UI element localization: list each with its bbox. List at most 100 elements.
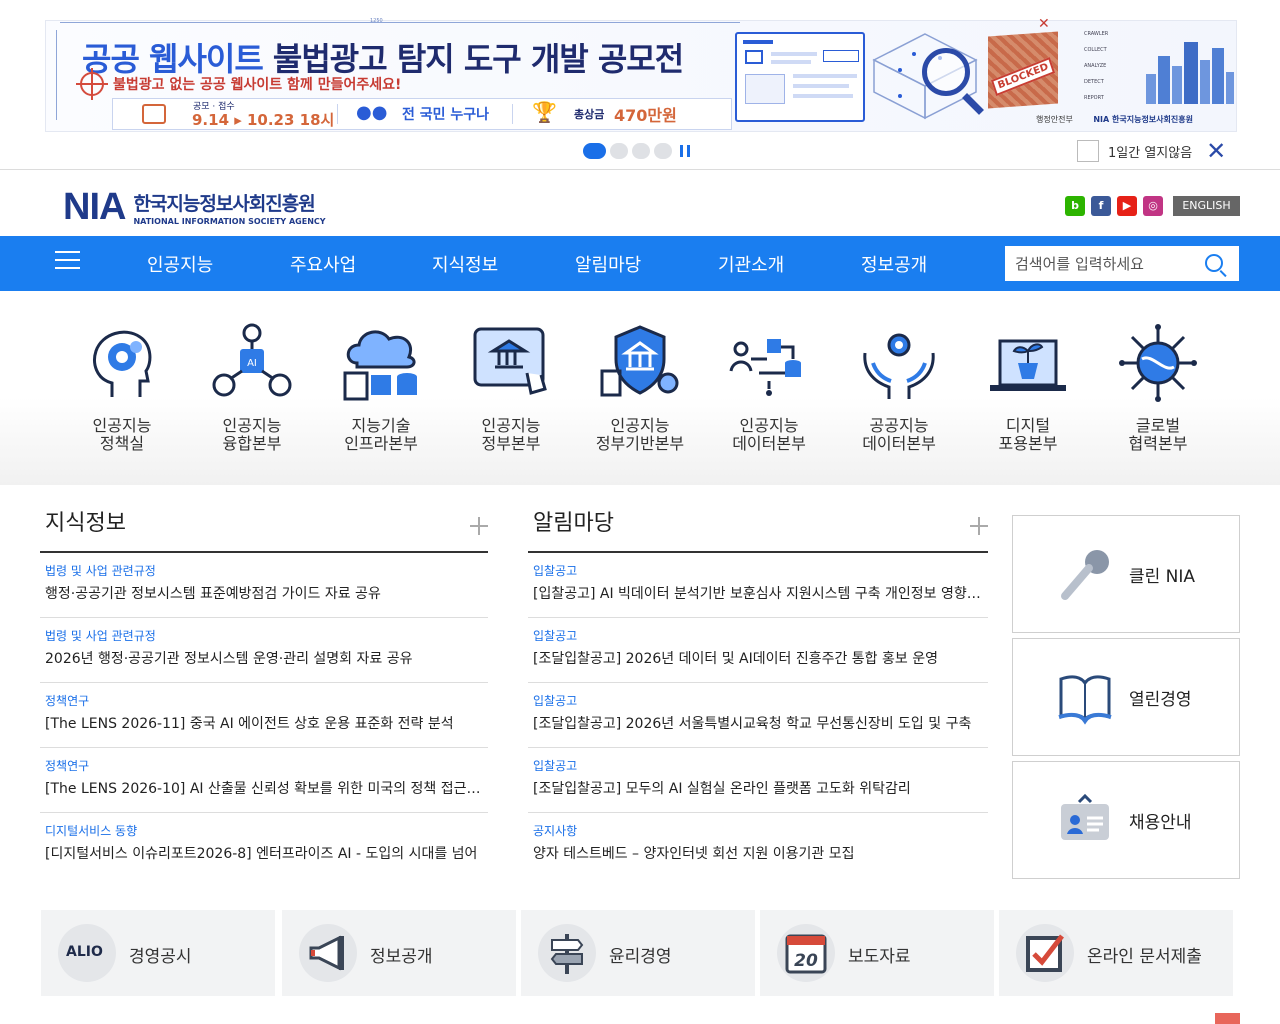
list-item[interactable]: 입찰공고 [조달입찰공고] 2026년 데이터 및 AI데이터 진흥주간 통합 … <box>528 618 988 683</box>
nav-item[interactable]: 지식정보 <box>432 251 498 277</box>
target-value: 전 국민 누구나 <box>402 107 490 123</box>
post-title[interactable]: [조달입찰공고] 모두의 AI 실험실 온라인 플랫폼 고도화 위탁감리 <box>533 778 983 798</box>
post-title[interactable]: 양자 테스트베드 – 양자인터넷 회선 지원 이용기관 모집 <box>533 843 983 863</box>
hide-day-label[interactable]: 1일간 열지않음 <box>1108 142 1192 161</box>
list-item[interactable]: 디지털서비스 동향 [디지털서비스 이슈리포트2026-8] 엔터프라이즈 AI… <box>40 813 488 878</box>
division-item[interactable]: 디지털 포용본부 <box>963 323 1093 453</box>
slide-dot-1[interactable] <box>583 143 606 159</box>
bottom-link-online-submission[interactable]: 온라인 문서제출 <box>999 910 1233 996</box>
list-item[interactable]: 법령 및 사업 관련규정 2026년 행정·공공기관 정보시스템 운영·관리 설… <box>40 618 488 683</box>
quick-link-open-management[interactable]: 열린경영 <box>1012 638 1240 756</box>
list-item[interactable]: 법령 및 사업 관련규정 행정·공공기관 정보시스템 표준예방점검 가이드 자료… <box>40 553 488 618</box>
search-box <box>1004 245 1240 282</box>
post-title[interactable]: [조달입찰공고] 2026년 서울특별시교육청 학교 무선통신장비 도입 및 구… <box>533 713 983 733</box>
search-input[interactable] <box>1015 254 1195 274</box>
hide-day-checkbox[interactable] <box>1077 140 1099 162</box>
division-item[interactable]: 지능기술 인프라본부 <box>316 323 446 453</box>
bottom-link-info-disclosure[interactable]: 정보공개 <box>282 910 516 996</box>
post-title[interactable]: [The LENS 2026-10] AI 산출물 신뢰성 확보를 위한 미국의… <box>45 778 483 798</box>
slide-dot-3[interactable] <box>632 143 650 159</box>
division-item[interactable]: AI 인공지능 융합본부 <box>187 323 317 453</box>
blog-icon[interactable]: b <box>1065 196 1085 216</box>
division-item[interactable]: 인공지능 정부본부 <box>446 323 576 453</box>
nav-item[interactable]: 주요사업 <box>290 251 356 277</box>
pause-icon[interactable] <box>680 145 690 157</box>
close-icon[interactable]: ✕ <box>1206 139 1226 163</box>
slide-dot-4[interactable] <box>654 143 672 159</box>
quick-link-clean-nia[interactable]: 클린 NIA <box>1012 515 1240 633</box>
post-title[interactable]: [입찰공고] AI 빅데이터 분석기반 보훈심사 지원시스템 구축 개인정보 영… <box>533 583 983 603</box>
facebook-icon[interactable]: f <box>1091 196 1111 216</box>
slide-dot-2[interactable] <box>610 143 628 159</box>
list-item[interactable]: 정책연구 [The LENS 2026-10] AI 산출물 신뢰성 확보를 위… <box>40 748 488 813</box>
list-item[interactable]: 공지사항 양자 테스트베드 – 양자인터넷 회선 지원 이용기관 모집 <box>528 813 988 878</box>
bottom-link-press[interactable]: 20 보도자료 <box>760 910 994 996</box>
post-title[interactable]: [조달입찰공고] 2026년 데이터 및 AI데이터 진흥주간 통합 홍보 운영 <box>533 648 983 668</box>
trophy-icon: 🏆 <box>532 100 557 124</box>
post-category: 입찰공고 <box>533 759 578 773</box>
nav-item[interactable]: 정보공개 <box>861 251 927 277</box>
list-item[interactable]: 입찰공고 [입찰공고] AI 빅데이터 분석기반 보훈심사 지원시스템 구축 개… <box>528 553 988 618</box>
megaphone-icon <box>299 924 357 982</box>
logo-mark: NIA <box>63 186 126 228</box>
site-logo[interactable]: NIA 한국지능정보사회진흥원 NATIONAL INFORMATION SOC… <box>63 186 326 229</box>
division-item[interactable]: 인공지능 데이터본부 <box>704 323 834 453</box>
post-title[interactable]: [디지털서비스 이슈리포트2026-8] 엔터프라이즈 AI - 도입의 시대를… <box>45 843 483 863</box>
prize-value: 470만원 <box>614 106 677 125</box>
list-item[interactable]: 입찰공고 [조달입찰공고] 모두의 AI 실험실 온라인 플랫폼 고도화 위탁감… <box>528 748 988 813</box>
list-item[interactable]: 입찰공고 [조달입찰공고] 2026년 서울특별시교육청 학교 무선통신장비 도… <box>528 683 988 748</box>
post-title[interactable]: [The LENS 2026-11] 중국 AI 에이전트 상호 운용 표준화 … <box>45 713 483 733</box>
list-item[interactable]: 정책연구 [The LENS 2026-11] 중국 AI 에이전트 상호 운용… <box>40 683 488 748</box>
divider <box>512 104 513 124</box>
bottom-link-ethics[interactable]: 윤리경영 <box>521 910 755 996</box>
post-category: 디지털서비스 동향 <box>45 824 138 838</box>
laptop-plant-icon <box>990 339 1066 391</box>
magnifier-icon <box>922 48 970 96</box>
mois-logo: 행정안전부 <box>1036 115 1073 124</box>
scroll-top-button[interactable] <box>1215 1013 1240 1024</box>
sns-links: b f ▶ ◎ <box>1065 196 1163 216</box>
close-mark-icon: ✕ <box>1038 16 1050 32</box>
bottom-link-management-disclosure[interactable]: ALIO 경영공시 <box>41 910 275 996</box>
instagram-icon[interactable]: ◎ <box>1143 196 1163 216</box>
alio-icon: ALIO <box>58 924 116 982</box>
english-button[interactable]: ENGLISH <box>1173 196 1240 216</box>
post-title[interactable]: 행정·공공기관 정보시스템 표준예방점검 가이드 자료 공유 <box>45 583 483 603</box>
ruler-line <box>60 22 740 23</box>
more-plus-icon[interactable] <box>470 517 488 535</box>
post-category: 법령 및 사업 관련규정 <box>45 629 156 643</box>
nav-item[interactable]: 인공지능 <box>147 251 213 277</box>
government-tablet-icon <box>473 327 547 395</box>
nav-item[interactable]: 기관소개 <box>718 251 784 277</box>
bottom-link-label: 경영공시 <box>129 947 192 967</box>
youtube-icon[interactable]: ▶ <box>1117 196 1137 216</box>
bottom-link-label: 정보공개 <box>370 947 433 967</box>
quick-link-label: 클린 NIA <box>1129 567 1196 587</box>
more-plus-icon[interactable] <box>970 517 988 535</box>
people-icon: ●● <box>356 102 388 123</box>
search-icon[interactable] <box>1205 254 1223 272</box>
quick-link-recruitment[interactable]: 채용안내 <box>1012 761 1240 879</box>
period-value: 9.14 ▸ 10.23 18시 <box>192 111 335 129</box>
signpost-icon <box>538 924 596 982</box>
step-label: REPORT <box>1084 95 1104 101</box>
division-item[interactable]: 인공지능 정부기반본부 <box>575 323 705 453</box>
post-category: 법령 및 사업 관련규정 <box>45 564 156 578</box>
division-item[interactable]: 공공지능 데이터본부 <box>834 323 964 453</box>
svg-text:AI: AI <box>247 358 257 369</box>
division-label: 인공지능 정책실 <box>92 416 152 453</box>
ai-head-gear-icon <box>93 330 152 397</box>
menu-icon[interactable] <box>55 251 80 273</box>
board-title: 알림마당 <box>528 505 988 553</box>
secure-cloud-building-icon <box>600 325 679 397</box>
nav-item[interactable]: 알림마당 <box>575 251 641 277</box>
division-item[interactable]: 인공지능 정책실 <box>57 323 187 453</box>
post-category: 입찰공고 <box>533 564 578 578</box>
blocked-stamp: BLOCKED <box>990 56 1056 97</box>
global-network-icon <box>1119 324 1197 402</box>
post-category: 정책연구 <box>45 759 90 773</box>
post-title[interactable]: 2026년 행정·공공기관 정보시스템 운영·관리 설명회 자료 공유 <box>45 648 483 668</box>
division-item[interactable]: 글로벌 협력본부 <box>1093 323 1223 453</box>
promo-title-highlight: 공공 웹사이트 <box>82 40 264 78</box>
promo-subtitle: 불법광고 없는 공공 웹사이트 함께 만들어주세요! <box>113 77 402 93</box>
